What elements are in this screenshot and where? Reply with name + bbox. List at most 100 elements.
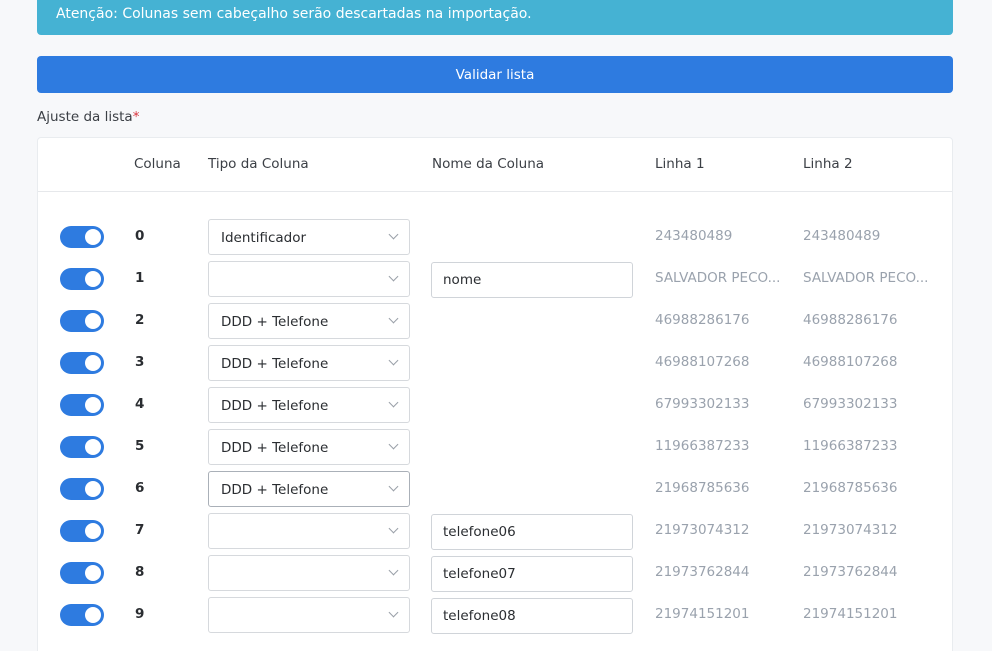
header-linha-1: Linha 1 — [655, 156, 705, 172]
table-row: 2 DDD + Telefone 46988286176 46988286176 — [38, 303, 952, 345]
toggle-knob — [85, 229, 101, 245]
column-type-select[interactable]: DDD + Telefone — [208, 387, 410, 423]
toggle-knob — [85, 271, 101, 287]
line-2-sample: SALVADOR PECO... — [803, 270, 929, 286]
column-type-value: DDD + Telefone — [221, 482, 329, 498]
line-1-sample: 21974151201 — [655, 606, 750, 622]
line-2-sample: 21973074312 — [803, 522, 898, 538]
column-type-select[interactable] — [208, 597, 410, 633]
column-type-select[interactable] — [208, 513, 410, 549]
line-2-sample: 46988107268 — [803, 354, 898, 370]
column-name-input[interactable] — [431, 598, 633, 634]
column-index: 3 — [135, 354, 145, 370]
line-1-sample: SALVADOR PECO... — [655, 270, 781, 286]
toggle-knob — [85, 481, 101, 497]
columns-table-card: Coluna Tipo da Coluna Nome da Coluna Lin… — [37, 137, 953, 651]
table-row: 3 DDD + Telefone 46988107268 46988107268 — [38, 345, 952, 387]
column-enabled-toggle[interactable] — [60, 436, 104, 458]
line-2-sample: 243480489 — [803, 228, 881, 244]
toggle-knob — [85, 439, 101, 455]
line-1-sample: 46988286176 — [655, 312, 750, 328]
column-name-input[interactable] — [431, 556, 633, 592]
line-1-sample: 21973074312 — [655, 522, 750, 538]
column-index: 8 — [135, 564, 145, 580]
chevron-down-icon — [388, 439, 399, 450]
column-enabled-toggle[interactable] — [60, 352, 104, 374]
column-index: 4 — [135, 396, 145, 412]
line-2-sample: 21974151201 — [803, 606, 898, 622]
column-index: 6 — [135, 480, 145, 496]
table-row: 7 21973074312 21973074312 — [38, 513, 952, 555]
column-enabled-toggle[interactable] — [60, 562, 104, 584]
header-nome-coluna: Nome da Coluna — [432, 156, 545, 172]
column-type-select[interactable]: DDD + Telefone — [208, 471, 410, 507]
required-mark: * — [132, 109, 140, 125]
line-1-sample: 46988107268 — [655, 354, 750, 370]
column-name-input[interactable] — [431, 514, 633, 550]
column-type-value: DDD + Telefone — [221, 398, 329, 414]
column-enabled-toggle[interactable] — [60, 520, 104, 542]
column-type-select[interactable] — [208, 555, 410, 591]
column-name-input[interactable] — [431, 262, 633, 298]
validate-list-button[interactable]: Validar lista — [37, 56, 953, 93]
column-enabled-toggle[interactable] — [60, 268, 104, 290]
column-type-select[interactable]: DDD + Telefone — [208, 345, 410, 381]
header-coluna: Coluna — [134, 156, 181, 172]
table-row: 9 21974151201 21974151201 — [38, 597, 952, 639]
line-2-sample: 67993302133 — [803, 396, 898, 412]
column-enabled-toggle[interactable] — [60, 394, 104, 416]
table-header: Coluna Tipo da Coluna Nome da Coluna Lin… — [38, 138, 952, 192]
chevron-down-icon — [388, 523, 399, 534]
column-index: 0 — [135, 228, 145, 244]
toggle-knob — [85, 313, 101, 329]
chevron-down-icon — [388, 565, 399, 576]
line-1-sample: 67993302133 — [655, 396, 750, 412]
line-1-sample: 243480489 — [655, 228, 733, 244]
header-tipo-coluna: Tipo da Coluna — [208, 156, 309, 172]
column-type-select[interactable]: DDD + Telefone — [208, 303, 410, 339]
column-enabled-toggle[interactable] — [60, 226, 104, 248]
column-index: 7 — [135, 522, 145, 538]
table-row: 4 DDD + Telefone 67993302133 67993302133 — [38, 387, 952, 429]
chevron-down-icon — [388, 397, 399, 408]
list-adjust-label: Ajuste da lista* — [37, 109, 139, 125]
column-type-value: DDD + Telefone — [221, 356, 329, 372]
toggle-knob — [85, 565, 101, 581]
line-2-sample: 21968785636 — [803, 480, 898, 496]
column-index: 2 — [135, 312, 145, 328]
alert-text: Atenção: Colunas sem cabeçalho serão des… — [56, 6, 532, 22]
column-type-value: DDD + Telefone — [221, 440, 329, 456]
chevron-down-icon — [388, 607, 399, 618]
column-type-select[interactable]: Identificador — [208, 219, 410, 255]
toggle-knob — [85, 607, 101, 623]
line-2-sample: 21973762844 — [803, 564, 898, 580]
toggle-knob — [85, 397, 101, 413]
chevron-down-icon — [388, 229, 399, 240]
table-row: 0 Identificador 243480489 243480489 — [38, 219, 952, 261]
line-2-sample: 46988286176 — [803, 312, 898, 328]
import-warning-alert: Atenção: Colunas sem cabeçalho serão des… — [37, 0, 953, 35]
chevron-down-icon — [388, 313, 399, 324]
column-index: 1 — [135, 270, 145, 286]
column-type-value: DDD + Telefone — [221, 314, 329, 330]
table-row: 5 DDD + Telefone 11966387233 11966387233 — [38, 429, 952, 471]
chevron-down-icon — [388, 481, 399, 492]
table-row: 8 21973762844 21973762844 — [38, 555, 952, 597]
header-linha-2: Linha 2 — [803, 156, 853, 172]
line-1-sample: 11966387233 — [655, 438, 750, 454]
column-type-select[interactable]: DDD + Telefone — [208, 429, 410, 465]
column-enabled-toggle[interactable] — [60, 604, 104, 626]
table-row: 6 DDD + Telefone 21968785636 21968785636 — [38, 471, 952, 513]
list-adjust-label-text: Ajuste da lista — [37, 109, 133, 125]
chevron-down-icon — [388, 271, 399, 282]
toggle-knob — [85, 523, 101, 539]
column-index: 9 — [135, 606, 145, 622]
chevron-down-icon — [388, 355, 399, 366]
column-type-value: Identificador — [221, 230, 307, 246]
toggle-knob — [85, 355, 101, 371]
column-enabled-toggle[interactable] — [60, 478, 104, 500]
column-enabled-toggle[interactable] — [60, 310, 104, 332]
line-1-sample: 21973762844 — [655, 564, 750, 580]
column-type-select[interactable] — [208, 261, 410, 297]
line-1-sample: 21968785636 — [655, 480, 750, 496]
